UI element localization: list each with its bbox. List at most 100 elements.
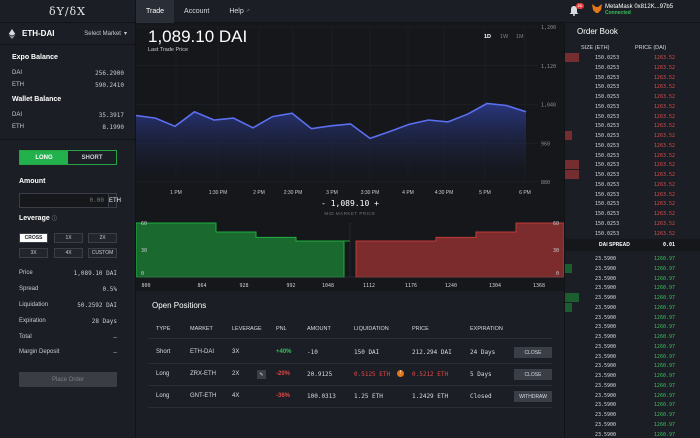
order-book-row[interactable]: 23.5900 1260.97 bbox=[565, 313, 700, 322]
order-price: 1260.97 bbox=[653, 412, 675, 418]
place-order-button[interactable]: Place Order bbox=[19, 372, 117, 387]
close-position-button[interactable]: CLOSE bbox=[514, 347, 552, 358]
order-price: 1260.97 bbox=[653, 295, 675, 301]
order-book-row[interactable]: 150.0253 1263.52 bbox=[565, 151, 700, 160]
order-book-row[interactable]: 23.5900 1260.97 bbox=[565, 430, 700, 438]
timeframe-1w-button[interactable]: 1W bbox=[500, 34, 508, 40]
wallet-indicator[interactable]: MetaMask 0x812K...97b5 Connected bbox=[592, 4, 673, 16]
order-book-row[interactable]: 150.0253 1263.52 bbox=[565, 160, 700, 170]
order-size: 150.0253 bbox=[595, 152, 620, 159]
order-size: 150.0253 bbox=[595, 172, 620, 178]
wallet-text: MetaMask 0x812K...97b5 Connected bbox=[605, 4, 673, 16]
order-book-row[interactable]: 150.0253 1263.52 bbox=[565, 53, 700, 62]
order-book-row[interactable]: 150.0253 1263.52 bbox=[565, 190, 700, 199]
order-book-row[interactable]: 23.5900 1260.97 bbox=[565, 342, 700, 351]
withdraw-button[interactable]: WITHDRAW bbox=[514, 391, 552, 402]
order-book-row[interactable]: 23.5900 1260.97 bbox=[565, 361, 700, 370]
column-header: PRICE (DAI) bbox=[635, 45, 667, 51]
last-trade-price: 1,089.10 DAI bbox=[148, 27, 248, 46]
order-book-row[interactable]: 23.5900 1260.97 bbox=[565, 420, 700, 429]
tab-trade[interactable]: Trade bbox=[136, 0, 175, 23]
order-book-row[interactable]: 23.5900 1260.97 bbox=[565, 391, 700, 400]
order-book-row[interactable]: 150.0253 1263.52 bbox=[565, 102, 700, 111]
order-book-row[interactable]: 150.0253 1263.52 bbox=[565, 180, 700, 189]
long-button[interactable]: LONG bbox=[20, 151, 68, 164]
info-icon[interactable]: ⓘ bbox=[52, 216, 57, 222]
order-book-row[interactable]: 23.5900 1260.97 bbox=[565, 302, 700, 312]
order-price: 1263.52 bbox=[653, 172, 675, 178]
order-info-margin-deposit: Margin Deposit – bbox=[19, 349, 117, 356]
leverage-custom-button[interactable]: CUSTOM bbox=[88, 248, 117, 258]
select-market-button[interactable]: Select Market ▾ bbox=[84, 30, 127, 38]
cell-price: 212.294 DAI bbox=[412, 349, 452, 356]
ask-depth-area bbox=[355, 222, 564, 278]
left-sidebar: δY/δX ETH-DAI Select Market ▾ Expo Balan… bbox=[0, 0, 136, 438]
depth-bar bbox=[565, 53, 579, 62]
timeframe-1m-button[interactable]: 1M bbox=[516, 34, 524, 40]
order-book-row[interactable]: 150.0253 1263.52 bbox=[565, 199, 700, 208]
order-book-row[interactable]: 150.0253 1263.52 bbox=[565, 92, 700, 101]
order-book-row[interactable]: 150.0253 1263.52 bbox=[565, 219, 700, 228]
order-book-row[interactable]: 150.0253 1263.52 bbox=[565, 170, 700, 179]
order-price: 1260.97 bbox=[653, 373, 675, 379]
edit-leverage-icon[interactable]: ✎ bbox=[257, 370, 266, 379]
order-book-row[interactable]: 23.5900 1260.97 bbox=[565, 400, 700, 409]
order-price: 1260.97 bbox=[653, 353, 675, 360]
order-book-row[interactable]: 150.0253 1263.52 bbox=[565, 73, 700, 82]
order-book-row[interactable]: 23.5900 1260.97 bbox=[565, 283, 700, 292]
order-book-row[interactable]: 23.5900 1260.97 bbox=[565, 293, 700, 302]
order-book-row[interactable]: 23.5900 1260.97 bbox=[565, 410, 700, 419]
info-value: 1,089.10 DAI bbox=[73, 270, 117, 277]
amount-input[interactable] bbox=[20, 194, 108, 207]
order-info-spread: Spread 0.5% bbox=[19, 286, 117, 293]
y-tick-label: 1,120 bbox=[541, 64, 556, 70]
order-size: 150.0253 bbox=[595, 133, 620, 139]
mid-market-price-label: MID MARKET PRICE bbox=[324, 211, 376, 216]
leverage-4x-button[interactable]: 4X bbox=[54, 248, 83, 258]
order-price: 1260.97 bbox=[653, 363, 675, 370]
order-book-row[interactable]: 23.5900 1260.97 bbox=[565, 352, 700, 361]
order-book-row[interactable]: 150.0253 1263.52 bbox=[565, 82, 700, 91]
leverage-3x-button[interactable]: 3X bbox=[19, 248, 48, 258]
order-book-row[interactable]: 23.5900 1260.97 bbox=[565, 371, 700, 380]
order-book-row[interactable]: 150.0253 1263.52 bbox=[565, 121, 700, 130]
order-book-row[interactable]: 23.5900 1260.97 bbox=[565, 381, 700, 390]
order-book-row[interactable]: 23.5900 1260.97 bbox=[565, 274, 700, 283]
order-size: 23.5900 bbox=[595, 256, 617, 262]
price-area-fill bbox=[136, 103, 526, 182]
order-size: 23.5900 bbox=[595, 334, 617, 340]
order-book-row[interactable]: 150.0253 1263.52 bbox=[565, 131, 700, 140]
notifications-button[interactable]: 21 bbox=[569, 3, 584, 17]
timeframe-1d-button[interactable]: 1D bbox=[484, 34, 491, 40]
market-selector[interactable]: ETH-DAI Select Market ▾ bbox=[0, 23, 135, 45]
order-book-row[interactable]: 150.0253 1263.52 bbox=[565, 209, 700, 218]
order-price: 1263.52 bbox=[653, 230, 675, 237]
order-book-row[interactable]: 150.0253 1263.52 bbox=[565, 112, 700, 121]
leverage-2x-button[interactable]: 2X bbox=[88, 233, 117, 243]
depth-bar bbox=[565, 263, 572, 273]
tab-label: Trade bbox=[146, 7, 165, 15]
order-size: 150.0253 bbox=[595, 103, 620, 110]
wallet-balance-row: DAI 35.3917 bbox=[0, 109, 136, 121]
tab-account[interactable]: Account bbox=[174, 0, 219, 23]
cell-price: 0.5212 ETH bbox=[412, 371, 449, 378]
order-book-row[interactable]: 23.5900 1260.97 bbox=[565, 263, 700, 273]
tab-help[interactable]: Help ↗ bbox=[219, 0, 260, 23]
order-book-row[interactable]: 23.5900 1260.97 bbox=[565, 254, 700, 263]
info-value: 28 Days bbox=[91, 318, 117, 325]
x-tick-label: 1:30 PM bbox=[209, 190, 228, 196]
balance-label: ETH bbox=[12, 124, 24, 130]
leverage-cross-button[interactable]: CROSS bbox=[19, 233, 48, 243]
y-tick-label: 1,200 bbox=[541, 25, 556, 31]
order-book-row[interactable]: 23.5900 1260.97 bbox=[565, 332, 700, 341]
short-button[interactable]: SHORT bbox=[68, 151, 116, 164]
order-book-row[interactable]: 150.0253 1263.52 bbox=[565, 63, 700, 72]
order-book-row[interactable]: 23.5900 1260.97 bbox=[565, 322, 700, 331]
order-book-row[interactable]: 150.0253 1263.52 bbox=[565, 141, 700, 150]
cell-expiration: Closed bbox=[470, 393, 492, 400]
balance-value: 590.2410 bbox=[95, 81, 124, 89]
depth-bar bbox=[565, 170, 579, 179]
leverage-1x-button[interactable]: 1X bbox=[54, 233, 83, 243]
close-position-button[interactable]: CLOSE bbox=[514, 369, 552, 380]
order-book-row[interactable]: 150.0253 1263.52 bbox=[565, 229, 700, 238]
